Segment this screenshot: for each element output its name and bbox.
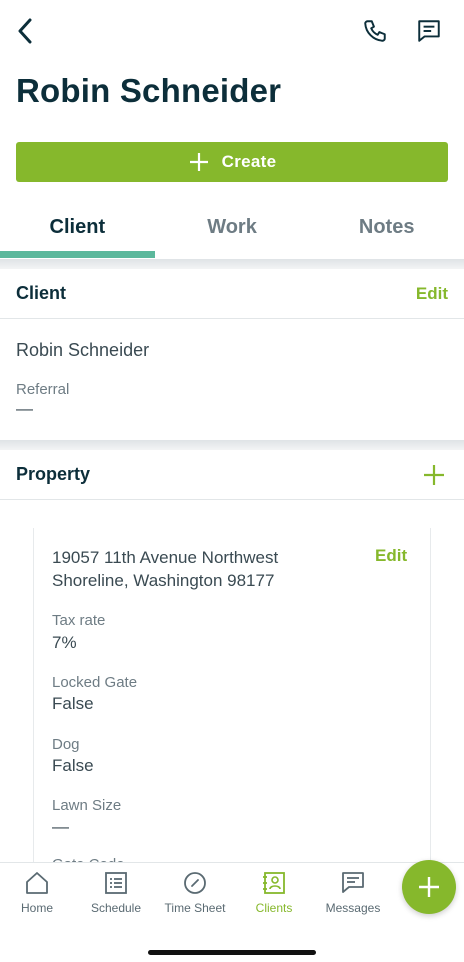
schedule-icon xyxy=(105,872,127,894)
referral-label: Referral xyxy=(16,381,70,398)
property-section-header: Property xyxy=(0,450,464,500)
property-section-title: Property xyxy=(16,464,91,484)
call-button[interactable] xyxy=(358,14,392,48)
plus-icon xyxy=(424,464,444,485)
message-button[interactable] xyxy=(412,14,446,48)
client-section-title: Client xyxy=(16,283,67,303)
nav-home-label: Home xyxy=(20,901,53,915)
tab-bar: Client Work Notes xyxy=(0,200,464,260)
nav-messages-label: Messages xyxy=(325,901,381,915)
locked-gate-label: Locked Gate xyxy=(52,674,138,691)
nav-clients-label: Clients xyxy=(255,901,293,915)
top-bar xyxy=(0,0,464,62)
nav-messages[interactable]: Messages xyxy=(313,871,393,915)
client-name: Robin Schneider xyxy=(16,340,150,360)
page-title: Robin Schneider xyxy=(16,72,282,109)
bottom-nav: Home Schedule Time Sheet Clients Message… xyxy=(0,862,464,962)
tax-rate-value: 7% xyxy=(52,633,77,652)
phone-icon xyxy=(364,20,386,42)
nav-schedule-label: Schedule xyxy=(90,901,142,915)
add-property-button[interactable] xyxy=(420,461,448,489)
nav-schedule[interactable]: Schedule xyxy=(76,871,156,915)
floating-add-button[interactable] xyxy=(402,860,456,914)
tab-notes-label: Notes xyxy=(358,216,415,238)
dog-label: Dog xyxy=(52,736,80,753)
clients-icon xyxy=(263,872,285,894)
client-edit-button[interactable]: Edit xyxy=(416,284,448,304)
nav-clients[interactable]: Clients xyxy=(234,871,314,915)
property-edit-button[interactable]: Edit xyxy=(375,546,407,566)
tab-notes[interactable]: Notes xyxy=(309,200,464,260)
chevron-left-icon xyxy=(18,18,32,44)
nav-timesheet-label: Time Sheet xyxy=(164,901,226,915)
tab-work-label: Work xyxy=(207,216,257,238)
section-divider xyxy=(0,259,464,269)
back-button[interactable] xyxy=(10,14,40,48)
property-address-line2: Shoreline, Washington 98177 xyxy=(52,571,275,590)
lawn-size-label: Lawn Size xyxy=(52,797,122,814)
plus-icon xyxy=(419,877,439,897)
section-divider xyxy=(0,440,464,450)
locked-gate-value: False xyxy=(52,694,94,713)
home-indicator xyxy=(148,950,316,955)
client-section-header: Client Edit xyxy=(0,269,464,319)
create-button-label: Create xyxy=(221,152,277,171)
tab-client-label: Client xyxy=(49,216,106,238)
message-icon xyxy=(418,20,440,42)
nav-home[interactable]: Home xyxy=(0,871,77,915)
tab-client[interactable]: Client xyxy=(0,200,155,260)
referral-value: — xyxy=(16,399,33,418)
home-icon xyxy=(26,872,48,894)
nav-timesheet[interactable]: Time Sheet xyxy=(155,871,235,915)
property-address-line1: 19057 11th Avenue Northwest xyxy=(52,548,279,567)
create-button[interactable]: Create xyxy=(16,142,448,182)
tax-rate-label: Tax rate xyxy=(52,612,106,629)
dog-value: False xyxy=(52,756,94,775)
plus-icon xyxy=(189,153,208,171)
timesheet-icon xyxy=(184,872,206,894)
tab-work[interactable]: Work xyxy=(155,200,310,260)
messages-icon xyxy=(342,872,364,893)
lawn-size-value: — xyxy=(52,817,69,836)
